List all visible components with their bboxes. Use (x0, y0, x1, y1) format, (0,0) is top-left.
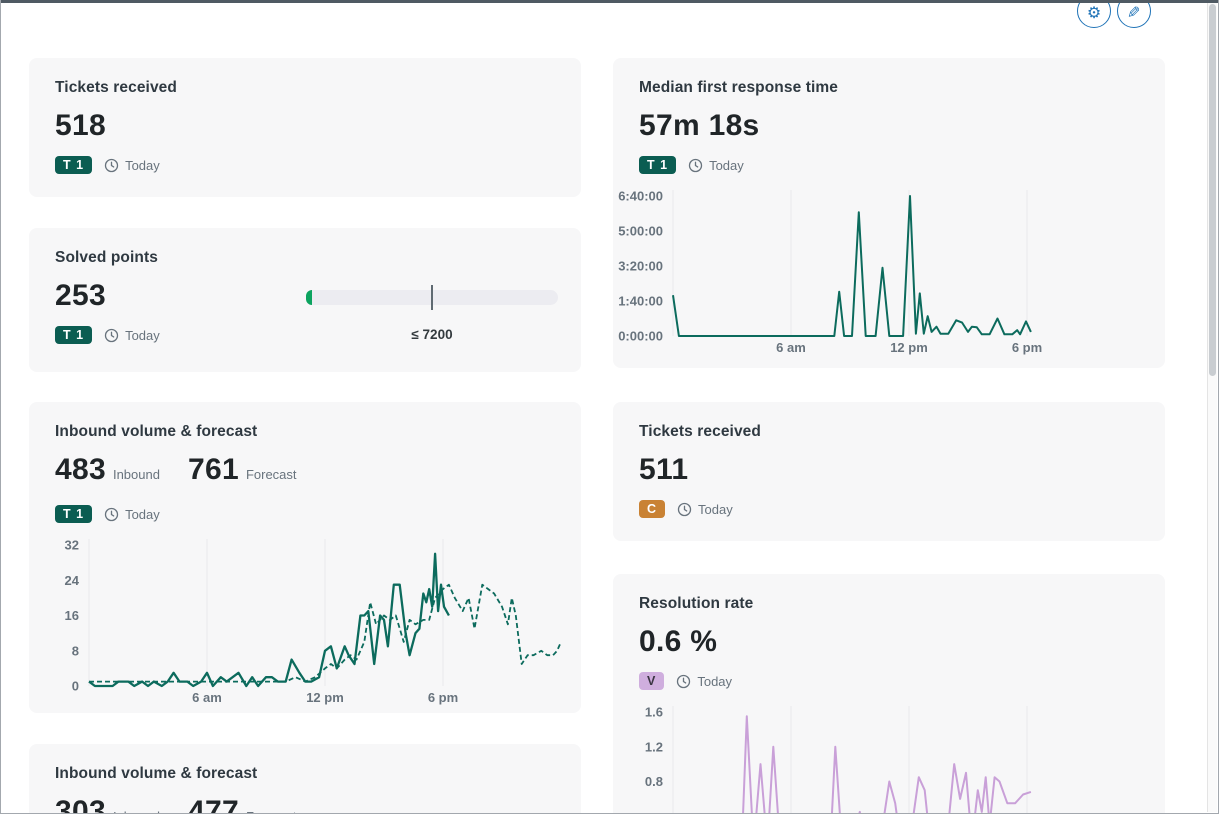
clock-icon (688, 158, 703, 173)
metric-value: 0.6 % (639, 624, 717, 660)
inbound-forecast-chart: 32 24 16 8 0 6 am 12 pm 6 pm (55, 535, 567, 709)
dataset-badge-t1: T 1 (55, 326, 92, 344)
metric-label-inbound: Inbound (113, 457, 160, 493)
dataset-badge-t1: T 1 (55, 505, 92, 523)
card-title: Median first response time (639, 78, 1139, 98)
card-inbound-volume-forecast-2: Inbound volume & forecast 303 Inbound 47… (29, 744, 581, 814)
settings-button[interactable]: ⚙ (1077, 0, 1111, 28)
svg-text:8: 8 (72, 643, 79, 658)
svg-text:32: 32 (65, 538, 79, 553)
period-label: Today (125, 507, 160, 522)
period-label: Today (709, 158, 744, 173)
period-label: Today (125, 328, 160, 343)
svg-text:5:00:00: 5:00:00 (618, 224, 663, 239)
period-label: Today (697, 674, 732, 689)
edit-button[interactable]: ✎ (1117, 0, 1151, 28)
right-column: Median first response time 57m 18s T 1 T… (613, 58, 1165, 814)
clock-icon (104, 328, 119, 343)
metric-value-forecast: 761 (188, 452, 239, 488)
metric-label-forecast: Forecast (246, 457, 297, 493)
threshold-gauge: ≤ 7200 (306, 290, 558, 342)
clock-icon (677, 502, 692, 517)
card-title: Inbound volume & forecast (55, 764, 555, 784)
svg-text:6 pm: 6 pm (1012, 340, 1042, 355)
svg-text:24: 24 (65, 573, 80, 588)
metric-value: 57m 18s (639, 108, 760, 144)
dataset-badge-t1: T 1 (55, 156, 92, 174)
svg-text:6 am: 6 am (192, 690, 222, 705)
metric-value-inbound: 483 (55, 452, 106, 488)
svg-text:12 pm: 12 pm (306, 690, 344, 705)
svg-text:0:00:00: 0:00:00 (618, 329, 663, 344)
period-label: Today (698, 502, 733, 517)
svg-text:6 am: 6 am (776, 340, 806, 355)
card-median-first-response-time: Median first response time 57m 18s T 1 T… (613, 58, 1165, 368)
dataset-badge-t1: T 1 (639, 156, 676, 174)
scrollbar-thumb[interactable] (1209, 4, 1216, 376)
svg-text:1:40:00: 1:40:00 (618, 294, 663, 309)
metric-value-forecast: 477 (188, 794, 239, 814)
pencil-icon: ✎ (1127, 6, 1140, 27)
gauge-fill (306, 290, 312, 305)
median-response-time-chart: 6:40:00 5:00:00 3:20:00 1:40:00 0:00:00 6 am 1… (615, 186, 1151, 358)
card-title: Resolution rate (639, 594, 1139, 614)
metric-label-forecast: Forecast (246, 799, 297, 814)
metric-value: 511 (639, 452, 688, 488)
gear-icon: ⚙ (1087, 6, 1101, 27)
clock-icon (104, 507, 119, 522)
card-inbound-volume-forecast: Inbound volume & forecast 483 Inbound 76… (29, 402, 581, 713)
metric-value: 518 (55, 108, 106, 144)
gauge-threshold-label: ≤ 7200 (306, 327, 558, 342)
vertical-scrollbar[interactable] (1207, 3, 1217, 812)
dataset-badge-c: C (639, 500, 665, 518)
svg-text:6 pm: 6 pm (428, 690, 458, 705)
metric-value: 253 (55, 278, 106, 314)
card-title: Tickets received (55, 78, 555, 98)
metric-label-inbound: Inbound (113, 799, 160, 814)
period-label: Today (125, 158, 160, 173)
svg-text:1.2: 1.2 (645, 739, 663, 754)
card-title: Tickets received (639, 422, 1139, 442)
svg-text:3:20:00: 3:20:00 (618, 259, 663, 274)
card-title: Inbound volume & forecast (55, 422, 555, 442)
gauge-track (306, 290, 558, 305)
svg-text:12 pm: 12 pm (890, 340, 928, 355)
dashboard-page: ⚙ ✎ Tickets received 518 T 1 Today Solve… (0, 0, 1219, 814)
left-column: Tickets received 518 T 1 Today Solved po… (29, 58, 581, 814)
svg-text:0: 0 (72, 679, 79, 694)
svg-text:1.6: 1.6 (645, 705, 663, 720)
clock-icon (676, 674, 691, 689)
window-top-border (1, 0, 1218, 3)
metric-value-inbound: 303 (55, 794, 106, 814)
svg-text:16: 16 (65, 608, 79, 623)
card-title: Solved points (55, 248, 555, 268)
dataset-badge-v: V (639, 672, 664, 690)
card-resolution-rate: Resolution rate 0.6 % V Today 1.6 1.2 0.8 (613, 574, 1165, 814)
resolution-rate-chart: 1.6 1.2 0.8 (615, 702, 1151, 814)
gauge-threshold-marker (431, 285, 433, 310)
card-tickets-received-t1: Tickets received 518 T 1 Today (29, 58, 581, 197)
clock-icon (104, 158, 119, 173)
card-solved-points: Solved points 253 T 1 Today ≤ 7200 (29, 228, 581, 372)
svg-text:0.8: 0.8 (645, 774, 663, 789)
card-tickets-received-c: Tickets received 511 C Today (613, 402, 1165, 541)
svg-text:6:40:00: 6:40:00 (618, 189, 663, 204)
